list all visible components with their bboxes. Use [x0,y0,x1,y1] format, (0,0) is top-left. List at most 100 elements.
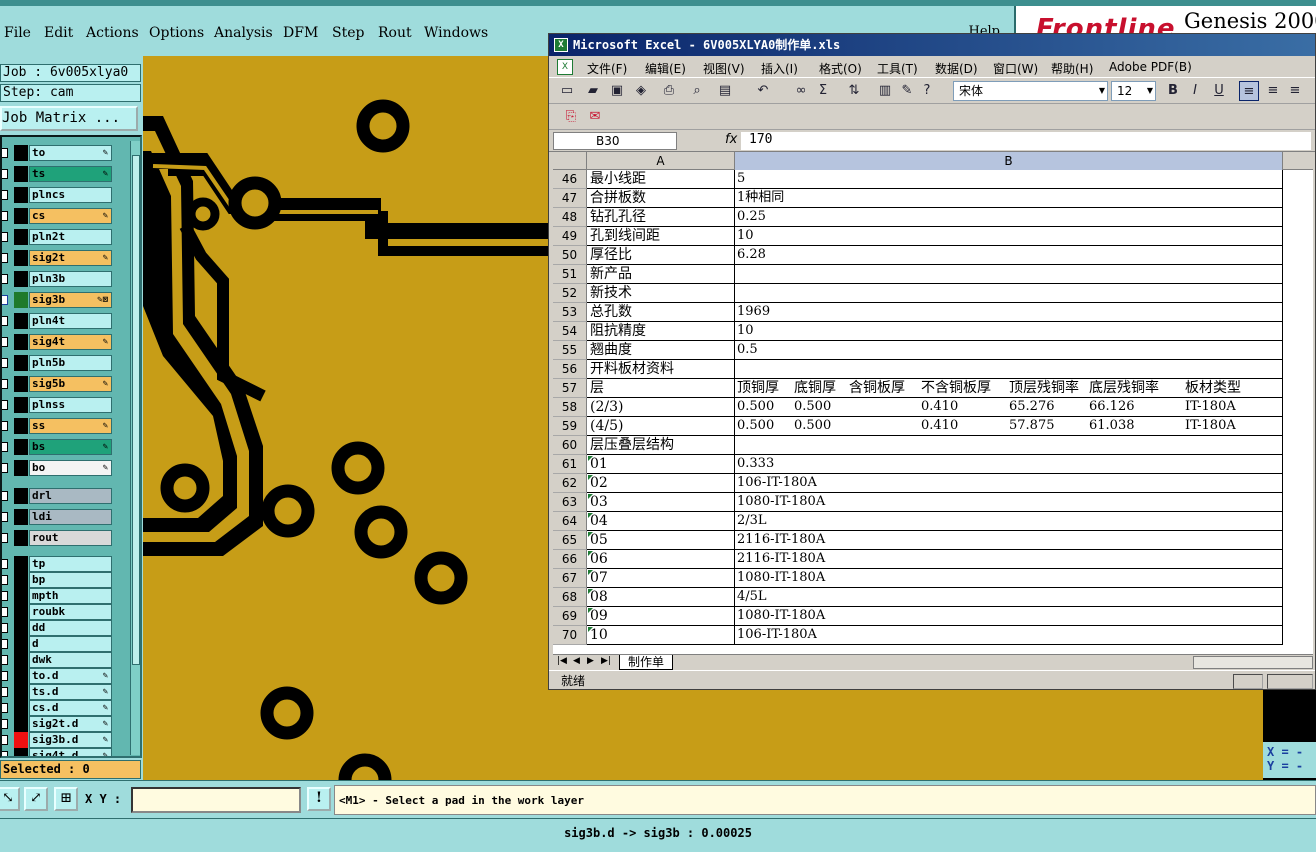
row-header[interactable]: 51 [553,265,587,284]
row-header[interactable]: 65 [553,531,587,550]
layer-name[interactable]: sig5b ✎ [29,376,112,392]
excel-menu-item[interactable]: 文件(F) [587,60,627,77]
pdf-convert-icon[interactable]: ⎘ [561,107,581,127]
cell-b[interactable] [735,360,1283,379]
cell-a[interactable]: 01 [587,455,735,474]
layer-checkbox[interactable] [2,559,8,569]
layer-row[interactable]: sig4t.d ✎ [2,748,140,756]
layer-row[interactable]: d [2,636,140,652]
layer-color-swatch[interactable] [14,636,28,652]
autosum-icon[interactable]: Σ [813,81,833,101]
cell-a[interactable]: 新产品 [587,265,735,284]
layer-row[interactable]: pln3b [2,271,140,287]
layer-checkbox[interactable] [2,442,8,452]
layer-name[interactable]: plncs [29,187,112,203]
layer-row[interactable]: roubk [2,604,140,620]
layer-color-swatch[interactable] [14,187,28,203]
layer-color-swatch[interactable] [14,488,28,504]
layer-checkbox[interactable] [2,575,8,585]
layer-color-swatch[interactable] [14,250,28,266]
layer-checkbox[interactable] [2,512,8,522]
layer-row[interactable]: ts.d ✎ [2,684,140,700]
layer-color-swatch[interactable] [14,145,28,161]
cell-a[interactable]: 厚径比 [587,246,735,265]
align-center-icon[interactable]: ≡ [1263,81,1283,101]
align-right-icon[interactable]: ≡ [1285,81,1305,101]
cell-b[interactable]: 2116-IT-180A [735,550,1283,569]
layer-name[interactable]: sig2t.d ✎ [29,716,112,732]
cell-b[interactable]: 0.500 0.500 0.410 65.276 66.126 IT-180A [735,398,1283,417]
layer-checkbox[interactable] [2,358,8,368]
layer-checkbox[interactable] [2,591,8,601]
layer-row[interactable]: sig2t ✎ [2,250,140,266]
row-header[interactable]: 47 [553,189,587,208]
layer-row[interactable]: plncs [2,187,140,203]
cell-a[interactable]: 03 [587,493,735,512]
layer-checkbox[interactable] [2,253,8,263]
paste-icon[interactable]: ▤ [715,81,735,101]
row-header[interactable]: 49 [553,227,587,246]
column-header-b[interactable]: B [735,152,1283,170]
layer-checkbox[interactable] [2,719,8,729]
layer-checkbox[interactable] [2,491,8,501]
layer-name[interactable]: ldi [29,509,112,525]
layer-name[interactable]: ss ✎ [29,418,112,434]
menu-dfm[interactable]: DFM [283,25,318,41]
last-sheet-icon[interactable]: ▶| [601,656,611,666]
column-header-a[interactable]: A [587,152,735,170]
layer-color-swatch[interactable] [14,509,28,525]
layer-checkbox[interactable] [2,400,8,410]
row-header[interactable]: 46 [553,170,587,189]
alert-button[interactable]: ! [307,787,331,811]
layer-checkbox[interactable] [2,169,8,179]
layer-row[interactable]: sig2t.d ✎ [2,716,140,732]
cell-b[interactable]: 0.333 [735,455,1283,474]
excel-menu-item[interactable]: 编辑(E) [645,60,686,77]
cell-b[interactable]: 106-IT-180A [735,626,1283,645]
cell-a[interactable]: 07 [587,569,735,588]
cell-b[interactable]: 0.25 [735,208,1283,227]
zoom-fit-button[interactable]: ⤡ [0,787,20,811]
layer-name[interactable]: tp [29,556,112,572]
next-sheet-icon[interactable]: ▶ [587,656,594,666]
layer-name[interactable]: pln4t [29,313,112,329]
cell-a[interactable]: 钻孔孔径 [587,208,735,227]
name-box[interactable]: B30 [553,132,677,150]
layer-row[interactable]: bo ✎ [2,460,140,476]
layer-checkbox[interactable] [2,232,8,242]
layer-row[interactable]: to.d ✎ [2,668,140,684]
new-file-icon[interactable]: ▭ [557,81,577,101]
row-header[interactable]: 69 [553,607,587,626]
row-header[interactable]: 58 [553,398,587,417]
cell-a[interactable]: 新技术 [587,284,735,303]
layer-name[interactable]: rout [29,530,112,546]
row-header[interactable]: 62 [553,474,587,493]
cell-b[interactable]: 1080-IT-180A [735,569,1283,588]
cell-b[interactable] [735,265,1283,284]
layer-color-swatch[interactable] [14,732,28,748]
cell-b[interactable] [735,436,1283,455]
permission-icon[interactable]: ◈ [631,81,651,101]
cell-b[interactable]: 2116-IT-180A [735,531,1283,550]
cell-a[interactable]: 阻抗精度 [587,322,735,341]
layer-color-swatch[interactable] [14,620,28,636]
layer-checkbox[interactable] [2,274,8,284]
layer-name[interactable]: sig2t ✎ [29,250,112,266]
layer-name[interactable]: pln3b [29,271,112,287]
row-header[interactable]: 55 [553,341,587,360]
layer-checkbox[interactable] [2,623,8,633]
cell-a[interactable]: 开料板材资料 [587,360,735,379]
layer-color-swatch[interactable] [14,376,28,392]
layer-name[interactable]: sig3b ✎⊠ [29,292,112,308]
cell-a[interactable]: 05 [587,531,735,550]
row-header[interactable]: 61 [553,455,587,474]
layer-name[interactable]: dd [29,620,112,636]
layer-color-swatch[interactable] [14,652,28,668]
layer-color-swatch[interactable] [14,334,28,350]
layer-name[interactable]: sig3b.d ✎ [29,732,112,748]
cell-b[interactable]: 6.28 [735,246,1283,265]
cell-a[interactable]: 06 [587,550,735,569]
cell-b[interactable]: 10 [735,227,1283,246]
layer-color-swatch[interactable] [14,397,28,413]
row-header[interactable]: 63 [553,493,587,512]
